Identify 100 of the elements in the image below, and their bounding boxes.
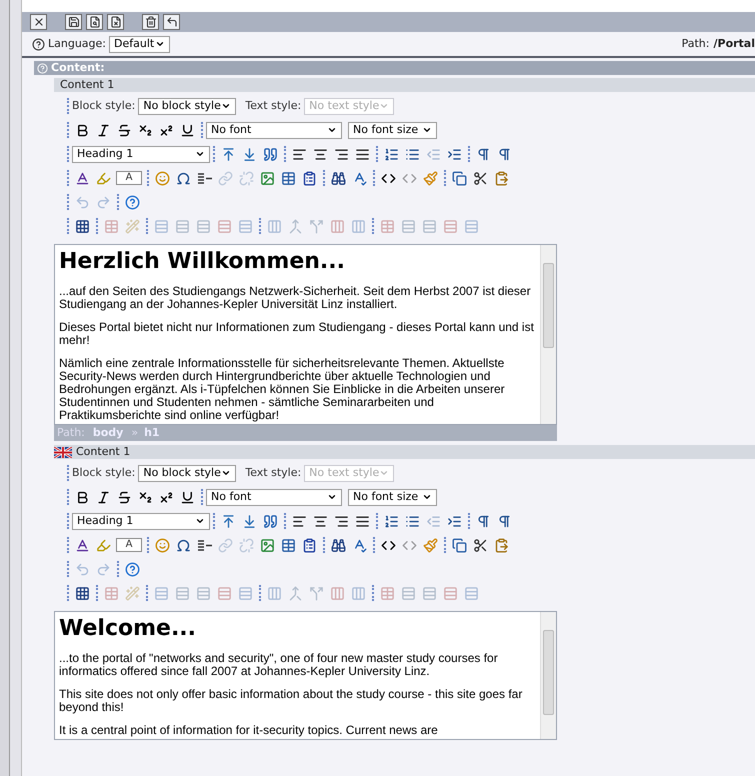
grip-handle[interactable] bbox=[468, 146, 470, 162]
grip-handle[interactable] bbox=[468, 513, 470, 529]
grip-handle[interactable] bbox=[146, 218, 148, 234]
grip-handle[interactable] bbox=[284, 146, 286, 162]
grip-handle[interactable] bbox=[67, 218, 69, 234]
scrollbar[interactable] bbox=[540, 245, 556, 424]
document-close-button[interactable] bbox=[107, 14, 124, 30]
grip-handle[interactable] bbox=[372, 218, 374, 234]
grip-handle[interactable] bbox=[373, 170, 375, 186]
grip-handle[interactable] bbox=[67, 465, 69, 481]
grip-handle[interactable] bbox=[67, 513, 69, 529]
paste-icon bbox=[494, 170, 509, 186]
rows-icon bbox=[464, 586, 479, 600]
grip-handle[interactable] bbox=[259, 585, 261, 601]
grip-handle[interactable] bbox=[117, 194, 119, 210]
grip-handle[interactable] bbox=[284, 513, 286, 529]
undo-icon bbox=[75, 562, 90, 576]
grip-handle[interactable] bbox=[213, 146, 215, 162]
close-button[interactable] bbox=[30, 14, 47, 30]
block-style-select[interactable]: No block style bbox=[138, 98, 236, 114]
underline-icon bbox=[180, 490, 195, 504]
text-color-icon bbox=[75, 170, 90, 186]
paste-icon bbox=[494, 538, 509, 552]
blockquote-icon bbox=[263, 146, 278, 162]
format-select[interactable]: Heading 1 bbox=[72, 512, 210, 530]
dropdown-caret-icon bbox=[422, 125, 432, 135]
grip-handle[interactable] bbox=[376, 513, 378, 529]
pilcrow-icon bbox=[476, 514, 491, 528]
grip-handle[interactable] bbox=[444, 170, 446, 186]
grip-handle[interactable] bbox=[67, 194, 69, 210]
merge-icon bbox=[288, 586, 303, 600]
grip-handle[interactable] bbox=[67, 170, 69, 186]
grip-handle[interactable] bbox=[259, 218, 261, 234]
grip-handle[interactable] bbox=[201, 122, 203, 138]
help-icon[interactable] bbox=[32, 38, 45, 50]
close-icon bbox=[32, 16, 44, 28]
bullet-list-icon bbox=[405, 146, 420, 162]
font-select[interactable]: No font bbox=[206, 488, 342, 506]
dropdown-caret-icon bbox=[221, 468, 232, 478]
grip-handle[interactable] bbox=[201, 489, 203, 505]
grip-handle[interactable] bbox=[117, 561, 119, 577]
table-icon bbox=[281, 170, 296, 186]
wand-icon bbox=[125, 586, 140, 600]
trash-button[interactable] bbox=[142, 14, 159, 30]
editor-area[interactable] bbox=[54, 244, 557, 425]
dropdown-caret-icon bbox=[379, 101, 390, 111]
grip-handle[interactable] bbox=[67, 561, 69, 577]
color-box[interactable]: A bbox=[116, 538, 142, 552]
language-select[interactable]: Default bbox=[109, 36, 170, 52]
editor-area[interactable] bbox=[54, 611, 557, 740]
back-arrow-button[interactable] bbox=[163, 14, 180, 30]
rows-icon bbox=[217, 218, 232, 234]
grip-handle[interactable] bbox=[96, 585, 98, 601]
columns-icon bbox=[267, 218, 282, 234]
grip-handle[interactable] bbox=[67, 537, 69, 553]
columns-icon bbox=[330, 586, 345, 600]
scissors-icon bbox=[473, 538, 488, 552]
superscript-icon bbox=[159, 490, 174, 504]
grip-handle[interactable] bbox=[147, 170, 149, 186]
grip-handle[interactable] bbox=[213, 513, 215, 529]
color-box[interactable]: A bbox=[116, 171, 142, 185]
grip-handle[interactable] bbox=[67, 98, 69, 114]
align-right-icon bbox=[334, 514, 349, 528]
grip-handle[interactable] bbox=[372, 585, 374, 601]
language-label: Language: bbox=[48, 36, 106, 52]
grip-handle[interactable] bbox=[67, 585, 69, 601]
rows-icon bbox=[401, 586, 416, 600]
grip-handle[interactable] bbox=[67, 489, 69, 505]
justify-icon bbox=[355, 514, 370, 528]
grip-handle[interactable] bbox=[376, 146, 378, 162]
save-button[interactable] bbox=[65, 14, 82, 30]
rows-icon bbox=[238, 218, 253, 234]
grip-handle[interactable] bbox=[146, 585, 148, 601]
ordered-list-icon bbox=[384, 146, 399, 162]
scrollbar-thumb[interactable] bbox=[543, 630, 554, 715]
scrollbar-thumb[interactable] bbox=[543, 263, 554, 348]
grip-handle[interactable] bbox=[323, 537, 325, 553]
grip-handle[interactable] bbox=[67, 122, 69, 138]
rows-icon bbox=[175, 218, 190, 234]
horizontal-rule-icon bbox=[198, 172, 212, 184]
align-center-icon bbox=[313, 146, 328, 162]
insert-after-icon bbox=[242, 146, 257, 162]
document-search-button[interactable] bbox=[86, 14, 103, 30]
font-select[interactable]: No font bbox=[206, 122, 342, 138]
columns-icon bbox=[267, 586, 282, 600]
highlighter-icon bbox=[96, 170, 111, 186]
brush-icon bbox=[423, 170, 438, 186]
grip-handle[interactable] bbox=[96, 218, 98, 234]
pilcrow-icon bbox=[476, 146, 491, 162]
block-style-select[interactable]: No block style bbox=[138, 464, 236, 482]
grip-handle[interactable] bbox=[67, 146, 69, 162]
font-size-select[interactable]: No font size bbox=[348, 122, 437, 138]
image-icon bbox=[260, 538, 275, 552]
grip-handle[interactable] bbox=[147, 537, 149, 553]
grip-handle[interactable] bbox=[373, 537, 375, 553]
grip-handle[interactable] bbox=[444, 537, 446, 553]
font-size-select[interactable]: No font size bbox=[348, 488, 437, 506]
scrollbar[interactable] bbox=[540, 612, 556, 739]
grip-handle[interactable] bbox=[323, 170, 325, 186]
format-select[interactable]: Heading 1 bbox=[72, 146, 210, 162]
